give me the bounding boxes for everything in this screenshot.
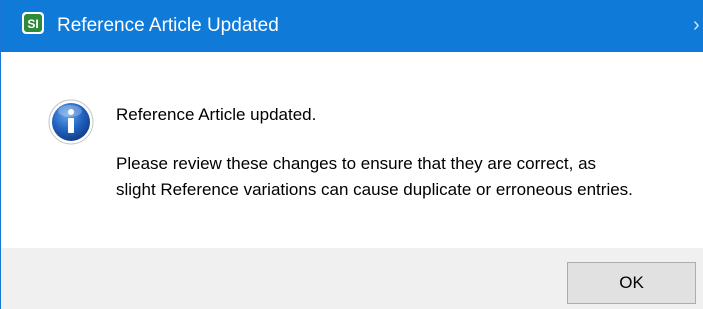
message-detail-text: Please review these changes to ensure th… <box>116 151 701 203</box>
message-detail-line-1: Please review these changes to ensure th… <box>116 154 597 173</box>
title-bar[interactable]: SI Reference Article Updated › <box>1 0 703 52</box>
close-icon[interactable]: › <box>693 12 703 38</box>
message-dialog: SI Reference Article Updated › Reference… <box>0 0 703 309</box>
message-main-text: Reference Article updated. <box>116 105 317 124</box>
window-title: Reference Article Updated <box>57 15 279 36</box>
button-bar: OK <box>1 248 703 309</box>
si-logo-icon: SI <box>22 12 44 34</box>
message-detail-line-2: slight Reference variations can cause du… <box>116 180 633 199</box>
dialog-body: Reference Article updated. Please review… <box>1 52 703 248</box>
info-icon <box>48 99 94 145</box>
ok-button[interactable]: OK <box>567 262 696 304</box>
svg-text:SI: SI <box>27 17 38 31</box>
